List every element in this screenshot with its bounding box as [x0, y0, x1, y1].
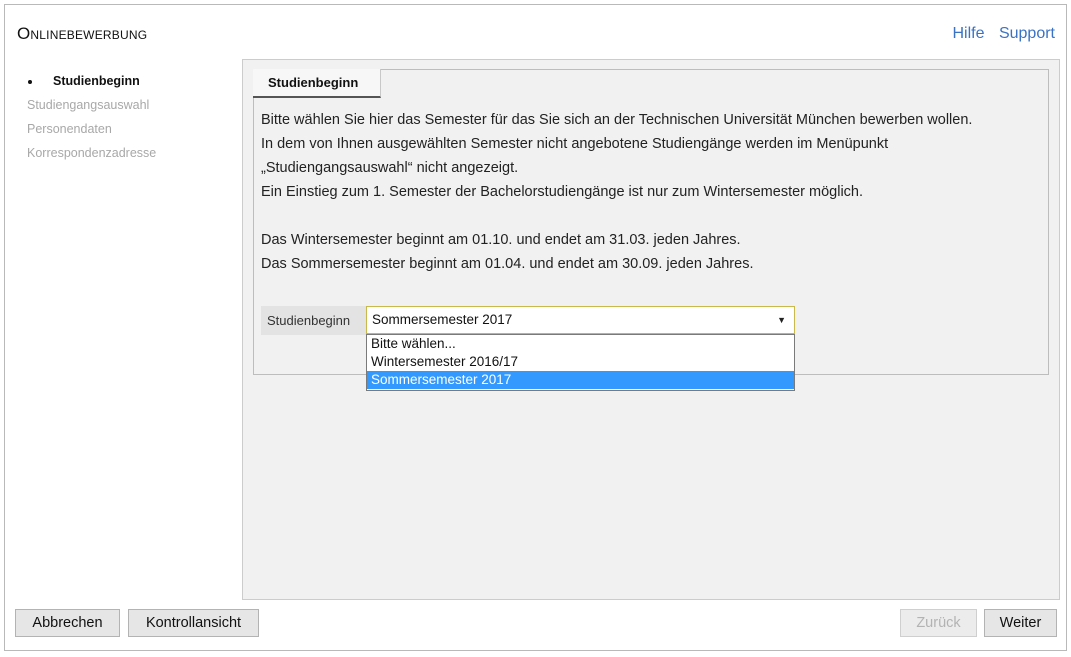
app-title: Onlinebewerbung [17, 24, 148, 43]
description-line: Bitte wählen Sie hier das Semester für d… [261, 112, 973, 128]
description-line: Ein Einstieg zum 1. Semester der Bachelo… [261, 184, 864, 200]
top-links: Hilfe Support [942, 25, 1055, 43]
sidebar-item-studiengangsauswahl[interactable]: Studiengangsauswahl [27, 97, 156, 121]
studienbeginn-select[interactable]: Sommersemester 2017 ▼ [366, 306, 795, 334]
description-text: Bitte wählen Sie hier das Semester für d… [261, 108, 972, 276]
description-line: Das Wintersemester beginnt am 01.10. und… [261, 232, 741, 248]
option-sommersemester[interactable]: Sommersemester 2017 [367, 371, 794, 389]
description-line: In dem von Ihnen ausgewählten Semester n… [261, 136, 889, 152]
sidebar-item-personendaten[interactable]: Personendaten [27, 121, 156, 145]
back-button[interactable]: Zurück [900, 609, 977, 637]
description-line: „Studiengangsauswahl“ nicht angezeigt. [261, 160, 519, 176]
option-placeholder[interactable]: Bitte wählen... [367, 335, 794, 353]
support-link[interactable]: Support [999, 25, 1055, 42]
studienbeginn-label: Studienbeginn [261, 306, 366, 335]
help-link[interactable]: Hilfe [952, 25, 984, 42]
select-dropdown-list: Bitte wählen... Wintersemester 2016/17 S… [366, 334, 795, 391]
option-wintersemester[interactable]: Wintersemester 2016/17 [367, 353, 794, 371]
select-value: Sommersemester 2017 [372, 312, 513, 327]
sidebar-nav: Studienbeginn Studiengangsauswahl Person… [27, 73, 156, 169]
next-button[interactable]: Weiter [984, 609, 1057, 637]
review-button[interactable]: Kontrollansicht [128, 609, 259, 637]
cancel-button[interactable]: Abbrechen [15, 609, 120, 637]
dropdown-arrow-icon[interactable]: ▼ [777, 307, 786, 333]
description-line: Das Sommersemester beginnt am 01.04. und… [261, 256, 754, 272]
tab-studienbeginn[interactable]: Studienbeginn [253, 69, 381, 98]
sidebar-item-studienbeginn[interactable]: Studienbeginn [27, 73, 156, 97]
sidebar-item-korrespondenzadresse[interactable]: Korrespondenzadresse [27, 145, 156, 169]
